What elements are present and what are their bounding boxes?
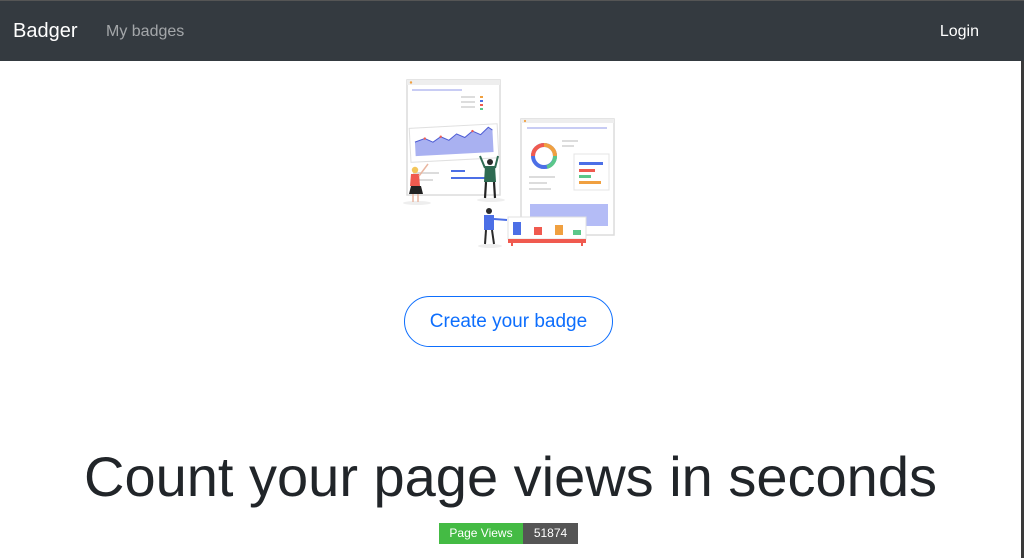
- page-headline: Count your page views in seconds: [84, 445, 937, 508]
- badge-value: 51874: [523, 523, 578, 544]
- badge-label: Page Views: [439, 523, 523, 544]
- nav-link-my-badges[interactable]: My badges: [106, 21, 184, 43]
- top-navbar: Badger My badges Login: [0, 0, 1024, 61]
- page-views-badge: Page Views 51874: [439, 523, 578, 544]
- hero-illustration: [395, 74, 625, 254]
- create-badge-button[interactable]: Create your badge: [404, 296, 613, 347]
- dashboard-illustration-icon: [403, 79, 615, 248]
- brand-link[interactable]: Badger: [13, 18, 78, 44]
- login-link[interactable]: Login: [940, 21, 979, 43]
